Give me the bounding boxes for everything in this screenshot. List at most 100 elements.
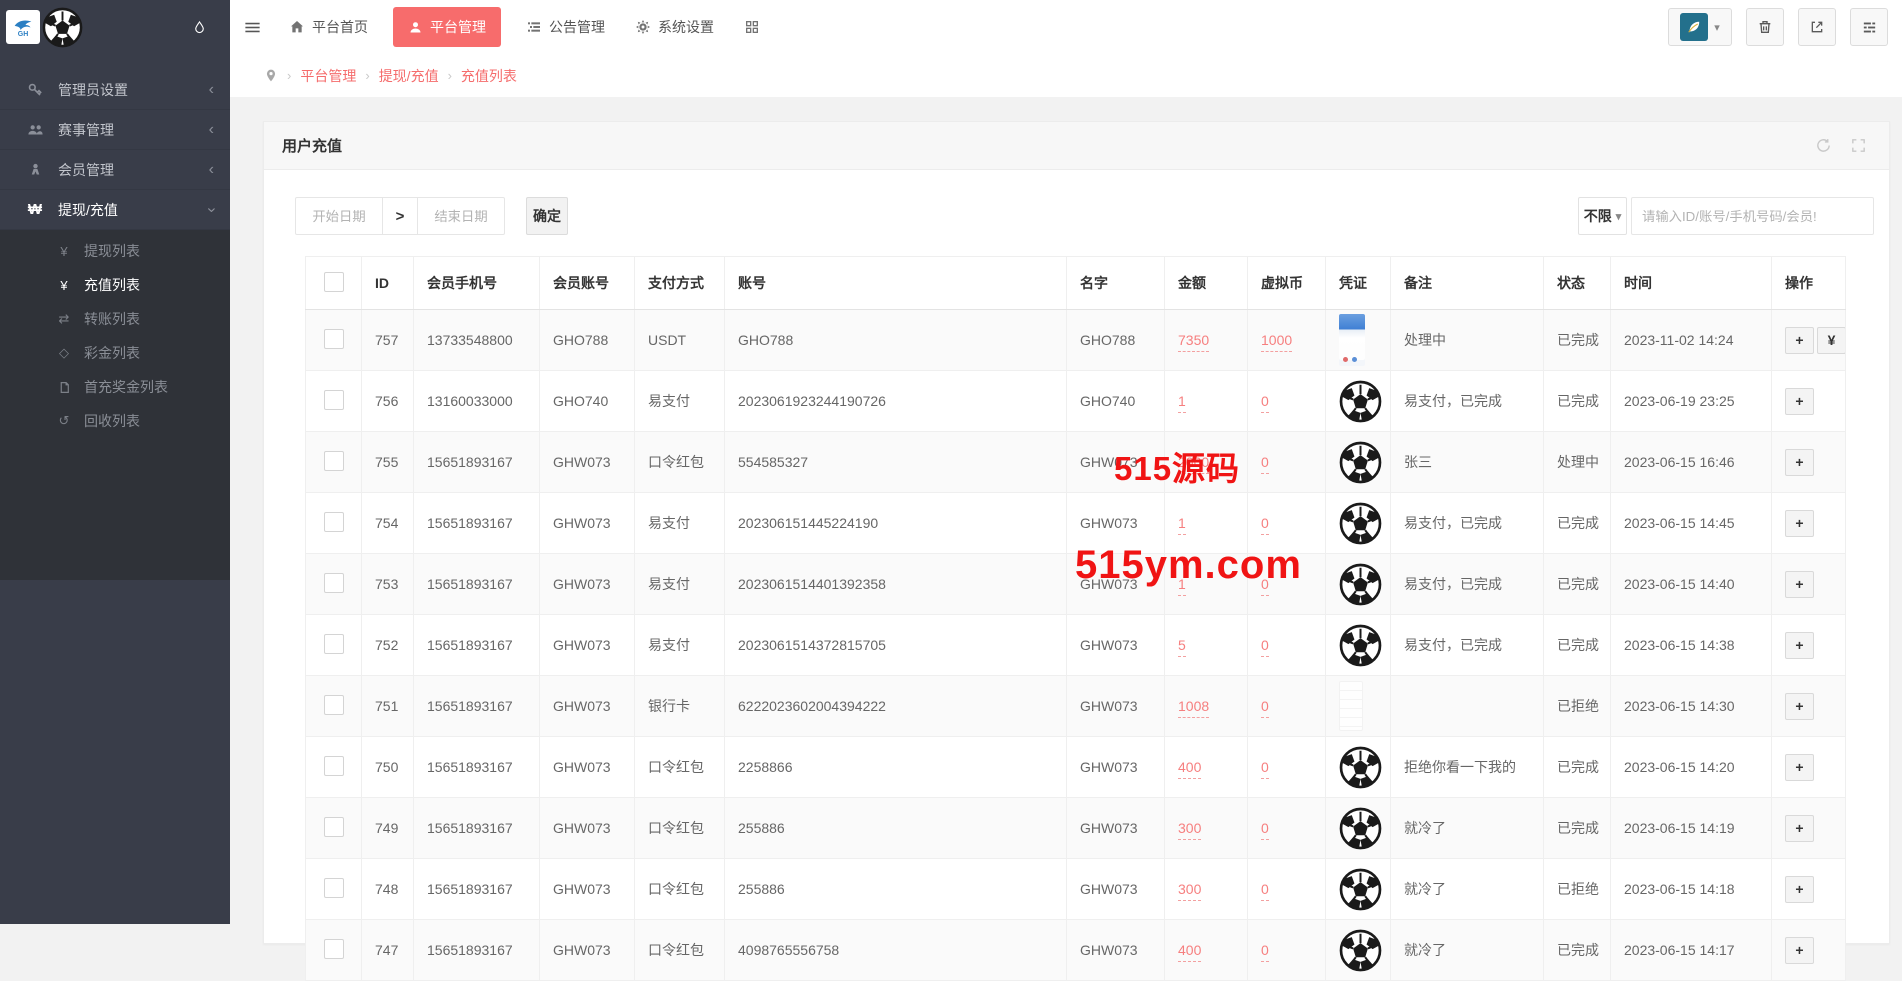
- row-checkbox[interactable]: [323, 938, 344, 959]
- cell-time: 2023-06-15 14:40: [1610, 553, 1772, 615]
- nav-item-平台管理[interactable]: 平台管理: [393, 7, 501, 47]
- water-drop-icon[interactable]: [192, 18, 207, 37]
- amount-link[interactable]: 7350: [1178, 332, 1210, 352]
- op-yen-button[interactable]: ¥: [1817, 326, 1845, 354]
- amount-link[interactable]: 1: [1178, 393, 1186, 413]
- row-checkbox[interactable]: [323, 816, 344, 837]
- row-checkbox[interactable]: [323, 328, 344, 349]
- coin-link[interactable]: 0: [1261, 393, 1269, 413]
- cell-amount: 400: [1164, 736, 1248, 798]
- row-checkbox[interactable]: [323, 755, 344, 776]
- cell-checkbox: [305, 614, 362, 676]
- breadcrumb-link-充值列表[interactable]: 充值列表: [461, 66, 517, 86]
- coin-link[interactable]: 0: [1261, 698, 1269, 718]
- coin-link[interactable]: 1000: [1261, 332, 1293, 352]
- soccer-ball-voucher[interactable]: [1339, 868, 1382, 911]
- row-checkbox[interactable]: [323, 511, 344, 532]
- sidebar-subitem-彩金列表[interactable]: ◇ 彩金列表: [0, 336, 230, 370]
- nav-label: 平台首页: [312, 19, 368, 35]
- cell-actions: +: [1771, 797, 1846, 859]
- start-date-input[interactable]: [295, 197, 383, 235]
- search-input[interactable]: [1631, 197, 1874, 235]
- op-plus-button[interactable]: +: [1785, 326, 1814, 354]
- op-plus-button[interactable]: +: [1785, 814, 1814, 842]
- coin-link[interactable]: 0: [1261, 637, 1269, 657]
- trash-button[interactable]: [1746, 8, 1784, 46]
- soccer-ball-voucher[interactable]: [1339, 624, 1382, 667]
- key-icon: [22, 82, 48, 98]
- voucher-screenshot-thumb[interactable]: [1339, 314, 1365, 366]
- soccer-ball-voucher[interactable]: [1339, 563, 1382, 606]
- avatar-button[interactable]: ▾: [1668, 8, 1732, 46]
- soccer-ball-voucher[interactable]: [1339, 380, 1382, 423]
- op-plus-button[interactable]: +: [1785, 875, 1814, 903]
- cell-phone: 15651893167: [413, 675, 540, 737]
- date-range-arrow-button[interactable]: >: [383, 197, 417, 235]
- select-all-checkbox[interactable]: [323, 271, 344, 292]
- soccer-ball-voucher[interactable]: [1339, 441, 1382, 484]
- sidebar-subitem-提现列表[interactable]: ¥ 提现列表: [0, 234, 230, 268]
- end-date-input[interactable]: [417, 197, 505, 235]
- op-plus-button[interactable]: +: [1785, 448, 1814, 476]
- op-plus-button[interactable]: +: [1785, 631, 1814, 659]
- sidebar-subitem-回收列表[interactable]: ↺ 回收列表: [0, 404, 230, 438]
- row-checkbox[interactable]: [323, 877, 344, 898]
- fullscreen-icon[interactable]: [1850, 137, 1867, 154]
- row-checkbox[interactable]: [323, 450, 344, 471]
- op-plus-button[interactable]: +: [1785, 509, 1814, 537]
- row-checkbox[interactable]: [323, 389, 344, 410]
- sidebar-subitem-充值列表[interactable]: ¥ 充值列表: [0, 268, 230, 302]
- refresh-icon[interactable]: [1815, 137, 1832, 154]
- amount-link[interactable]: 1: [1178, 515, 1186, 535]
- op-plus-button[interactable]: +: [1785, 692, 1814, 720]
- sidebar-item-管理员设置[interactable]: 管理员设置 ‹: [0, 70, 230, 110]
- cell-member: GHO788: [539, 309, 635, 371]
- op-plus-button[interactable]: +: [1785, 936, 1814, 964]
- cell-remark: 就冷了: [1390, 797, 1544, 859]
- cell-voucher: [1325, 736, 1391, 798]
- sidebar-item-赛事管理[interactable]: 赛事管理 ‹: [0, 110, 230, 150]
- amount-link[interactable]: 400: [1178, 942, 1202, 962]
- won-icon: ₩: [27, 201, 43, 218]
- voucher-receipt-thumb[interactable]: [1339, 681, 1363, 731]
- row-checkbox[interactable]: [323, 694, 344, 715]
- amount-link[interactable]: 300: [1178, 881, 1202, 901]
- row-checkbox[interactable]: [323, 633, 344, 654]
- nav-item-公告管理[interactable]: 公告管理: [511, 0, 620, 54]
- scope-dropdown[interactable]: 不限 ▾: [1578, 197, 1627, 235]
- breadcrumb-link-平台管理[interactable]: 平台管理: [300, 66, 356, 86]
- nav-item-平台首页[interactable]: 平台首页: [274, 0, 383, 54]
- sidebar-item-提现/充值[interactable]: ₩ 提现/充值 ‹: [0, 190, 230, 230]
- row-checkbox[interactable]: [323, 572, 344, 593]
- open-window-button[interactable]: [1798, 8, 1836, 46]
- coin-link[interactable]: 0: [1261, 515, 1269, 535]
- menu-button[interactable]: [1850, 8, 1888, 46]
- soccer-ball-voucher[interactable]: [1339, 502, 1382, 545]
- amount-link[interactable]: 5: [1178, 637, 1186, 657]
- header-备注: 备注: [1390, 256, 1544, 310]
- soccer-ball-voucher[interactable]: [1339, 929, 1382, 972]
- breadcrumb-link-提现/充值[interactable]: 提现/充值: [379, 66, 439, 86]
- sidebar-subitem-转账列表[interactable]: ⇄ 转账列表: [0, 302, 230, 336]
- nav-item-系统设置[interactable]: 系统设置: [620, 0, 729, 54]
- coin-link[interactable]: 0: [1261, 942, 1269, 962]
- coin-link[interactable]: 0: [1261, 454, 1269, 474]
- nav-item-grid[interactable]: [729, 0, 775, 54]
- soccer-ball-voucher[interactable]: [1339, 807, 1382, 850]
- soccer-ball-voucher[interactable]: [1339, 746, 1382, 789]
- site-logo[interactable]: GH: [6, 10, 40, 44]
- coin-link[interactable]: 0: [1261, 820, 1269, 840]
- amount-link[interactable]: 300: [1178, 820, 1202, 840]
- sidebar-subitem-首充奖金列表[interactable]: 首充奖金列表: [0, 370, 230, 404]
- op-plus-button[interactable]: +: [1785, 387, 1814, 415]
- cell-pay-account: 255886: [724, 858, 1067, 920]
- hamburger-icon[interactable]: [230, 0, 274, 54]
- sidebar-item-会员管理[interactable]: 会员管理 ‹: [0, 150, 230, 190]
- op-plus-button[interactable]: +: [1785, 570, 1814, 598]
- op-plus-button[interactable]: +: [1785, 753, 1814, 781]
- coin-link[interactable]: 0: [1261, 759, 1269, 779]
- confirm-button[interactable]: 确定: [526, 197, 568, 235]
- coin-link[interactable]: 0: [1261, 881, 1269, 901]
- amount-link[interactable]: 400: [1178, 759, 1202, 779]
- amount-link[interactable]: 1008: [1178, 698, 1210, 718]
